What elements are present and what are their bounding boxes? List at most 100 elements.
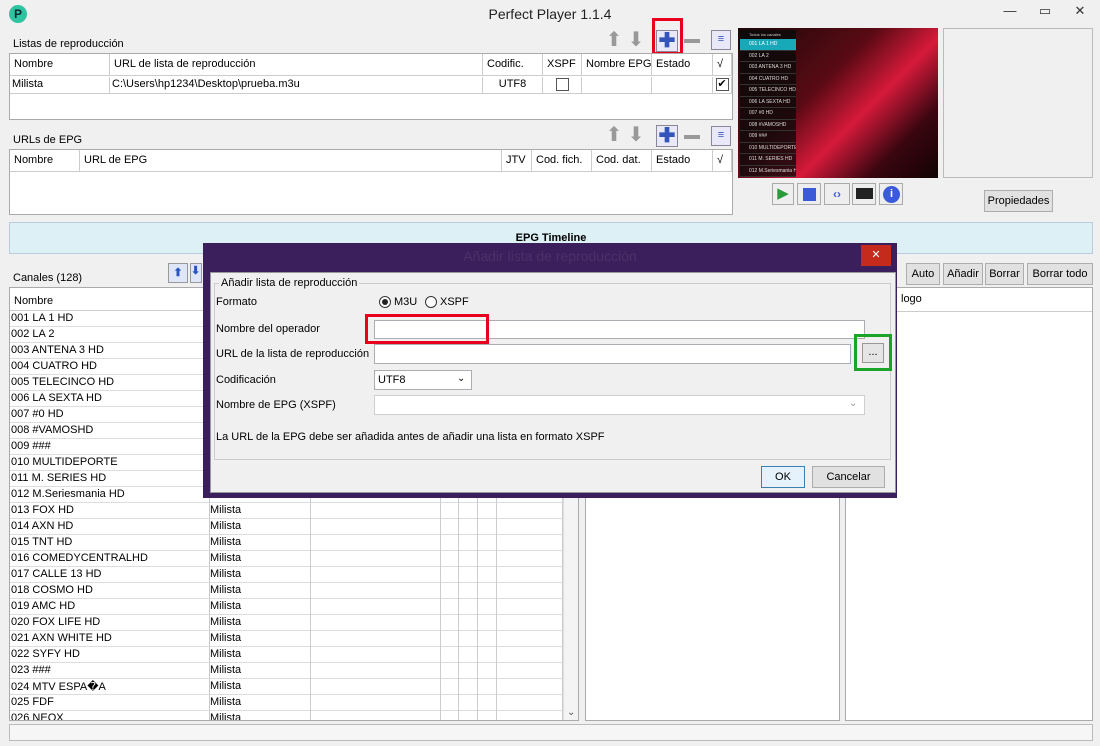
channel-up-icon[interactable]: ⬆ [168,263,188,283]
logo-delete-button[interactable]: Borrar [985,263,1024,285]
table-row[interactable]: 013 FOX HD Milista [10,503,563,519]
xspf-radio[interactable] [425,296,437,308]
column-divider [458,503,459,519]
column-divider [209,615,210,631]
enabled-checkbox[interactable]: ✔ [715,78,729,91]
channel-name: 009 ### [11,440,51,452]
column-divider [440,647,441,663]
info-icon[interactable]: i [879,183,903,205]
maximize-icon[interactable]: ▭ [1030,0,1060,22]
column-divider [209,551,210,567]
remove-epg-icon[interactable] [684,135,700,139]
col-epg-name[interactable]: Nombre EPG [582,54,652,76]
column-divider [458,551,459,567]
add-epg-button[interactable]: ✚ [656,125,678,147]
channels-label: Canales (128) [13,272,83,284]
remove-playlist-icon[interactable] [684,39,700,43]
table-row[interactable]: 020 FOX LIFE HD Milista [10,615,563,631]
playlist-name: Milista [10,77,110,93]
table-row[interactable]: 018 COSMO HD Milista [10,583,563,599]
column-divider [477,503,478,519]
fullscreen-icon[interactable] [852,183,876,205]
table-row[interactable]: 019 AMC HD Milista [10,599,563,615]
move-up-icon[interactable]: ⬆ [604,30,624,50]
table-row[interactable]: 015 TNT HD Milista [10,535,563,551]
logo-auto-button[interactable]: Auto [906,263,940,285]
properties-button[interactable]: Propiedades [984,190,1053,212]
overlay-item[interactable]: 008 #VAMOSHD [740,120,796,131]
overlay-item[interactable]: 011 M. SERIES HD [740,154,796,166]
stop-icon[interactable] [797,183,821,205]
epg-move-up-icon[interactable]: ⬆ [604,125,624,145]
table-row[interactable]: 014 AXN HD Milista [10,519,563,535]
aspect-icon[interactable]: ‹› [824,183,850,205]
table-row[interactable]: 022 SYFY HD Milista [10,647,563,663]
channel-list: Milista [210,712,242,721]
close-window-icon[interactable]: ✕ [1065,0,1095,22]
table-row[interactable]: 024 MTV ESPA�A Milista [10,679,563,695]
epg-col-status[interactable]: Estado [652,150,713,172]
play-icon[interactable]: ▶ [772,183,794,205]
epg-col-jtv[interactable]: JTV [502,150,532,172]
epg-col-name[interactable]: Nombre [10,150,80,172]
cancel-button[interactable]: Cancelar [812,466,885,488]
column-divider [209,535,210,551]
col-encoding[interactable]: Codific. [483,54,543,76]
overlay-item[interactable]: 002 LA 2 [740,51,796,62]
ok-button[interactable]: OK [761,466,805,488]
url-input[interactable] [374,344,851,364]
table-row[interactable]: 025 FDF Milista [10,695,563,711]
column-divider [458,567,459,583]
table-row[interactable]: 016 COMEDYCENTRALHD Milista [10,551,563,567]
column-divider [440,599,441,615]
minimize-icon[interactable]: — [995,0,1025,22]
epg-col-file-enc[interactable]: Cod. fich. [532,150,592,172]
overlay-item[interactable]: 006 LA SEXTA HD [740,97,796,108]
channel-down-icon[interactable]: ⬇ [190,263,202,283]
m3u-radio[interactable] [379,296,391,308]
overlay-item[interactable]: 012 M.Seriesmania HD [740,166,796,177]
channel-list: Milista [210,520,242,532]
column-divider [209,503,210,519]
epg-col-enabled[interactable]: √ [713,150,732,172]
overlay-item[interactable]: 003 ANTENA 3 HD [740,62,796,74]
overlay-item[interactable]: 004 CUATRO HD [740,74,796,85]
table-row[interactable]: 021 AXN WHITE HD Milista [10,631,563,647]
col-name[interactable]: Nombre [10,54,110,76]
col-enabled[interactable]: √ [713,54,732,76]
logo-add-button[interactable]: Añadir [943,263,983,285]
overlay-item[interactable]: 007 #0 HD [740,108,796,120]
overlay-item[interactable]: 001 LA 1 HD [740,39,796,51]
table-row[interactable]: 026 NEOX Milista [10,711,563,721]
col-xspf[interactable]: XSPF [543,54,582,76]
epg-name-select[interactable]: ⌄ [374,395,865,415]
browse-button[interactable]: ... [862,343,884,363]
epg-menu-icon[interactable]: ≡ [711,126,731,146]
column-divider [477,711,478,720]
video-preview[interactable]: Todos los canales 001 LA 1 HD 002 LA 2 003… [738,28,938,178]
epg-col-data-enc[interactable]: Cod. dat. [592,150,652,172]
overlay-item[interactable]: 013 FOX HD [740,177,796,178]
table-row[interactable]: 023 ### Milista [10,663,563,679]
epg-move-down-icon[interactable]: ⬇ [626,125,646,145]
encoding-select[interactable]: UTF8 ⌄ [374,370,472,390]
xspf-checkbox[interactable] [555,78,569,91]
logo-delete-all-button[interactable]: Borrar todo [1027,263,1093,285]
scroll-down-icon[interactable]: ⌄ [567,707,575,718]
overlay-item[interactable]: 009 ### [740,131,796,143]
playlists-label: Listas de reproducción [13,38,124,50]
logos-col[interactable]: logo [901,293,922,305]
overlay-item[interactable]: 010 MULTIDEPORTE [740,143,796,154]
table-row[interactable]: Milista C:\Users\hp1234\Desktop\prueba.m… [10,77,732,94]
add-highlight [652,18,683,55]
col-url[interactable]: URL de lista de reproducción [110,54,483,76]
move-down-icon[interactable]: ⬇ [626,30,646,50]
table-row[interactable]: 017 CALLE 13 HD Milista [10,567,563,583]
channels-col-name[interactable]: Nombre [10,288,210,311]
epg-col-url[interactable]: URL de EPG [80,150,502,172]
overlay-item[interactable]: 005 TELECINCO HD [740,85,796,97]
dialog-close-button[interactable]: ✕ [861,245,891,266]
col-status[interactable]: Estado [652,54,713,76]
menu-icon[interactable]: ≡ [711,30,731,50]
title-bar: P Perfect Player 1.1.4 — ▭ ✕ [0,0,1100,28]
